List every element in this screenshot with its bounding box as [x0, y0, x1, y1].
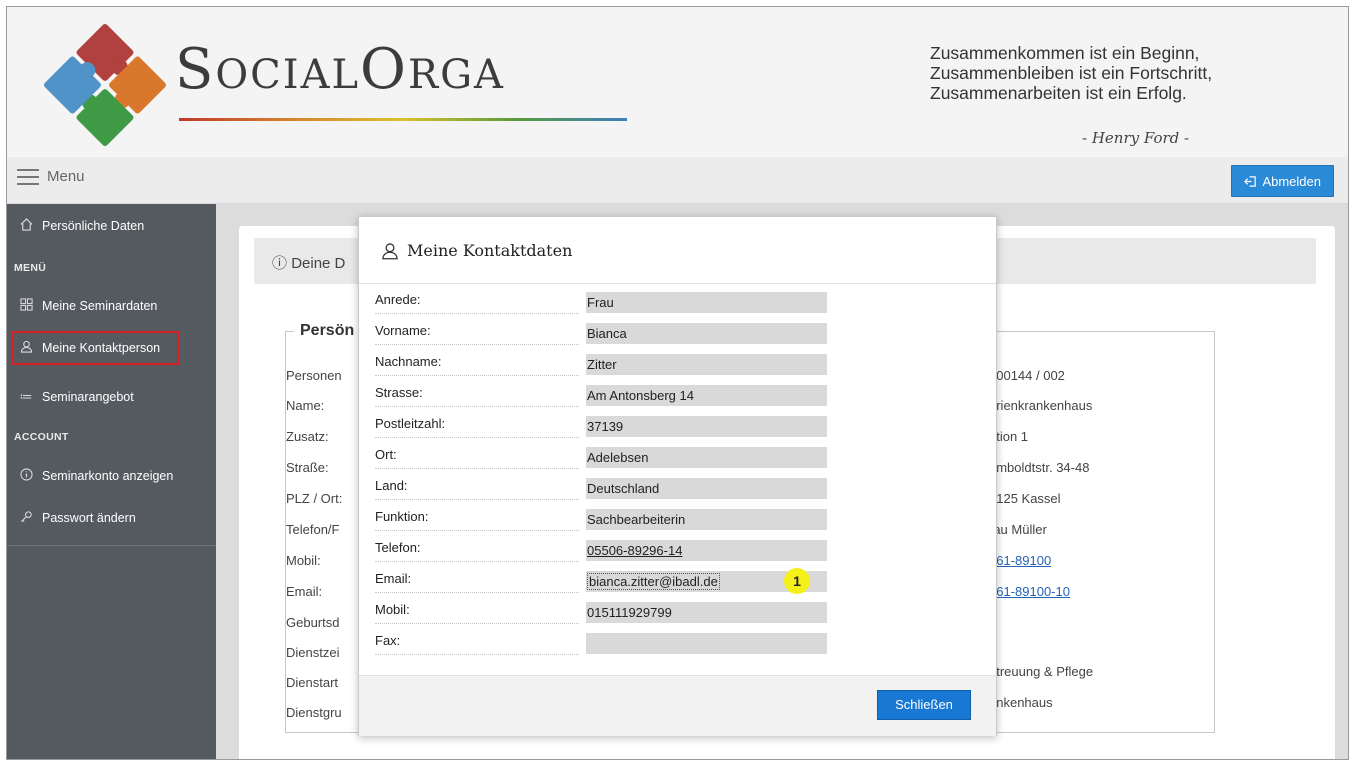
info-icon: ⓘ [272, 255, 288, 272]
field-value-firstname: Bianca [586, 323, 827, 344]
info-text: ⓘ Deine D [272, 252, 345, 273]
header-quote: Zusammenkommen ist ein Beginn, Zusammenb… [930, 43, 1212, 103]
bg-value: ankenhaus [989, 695, 1053, 710]
quote-line: Zusammenbleiben ist ein Fortschritt, [930, 63, 1213, 83]
phone-link[interactable]: 05506-89296-14 [586, 540, 827, 561]
sidebar-item-label: Persönliche Daten [42, 219, 145, 233]
header: SOCIALORGA Zusammenkommen ist ein Beginn… [7, 7, 1348, 158]
field-value-country: Deutschland [586, 478, 827, 499]
field-value-city: Adelebsen [586, 447, 827, 468]
sidebar-item-label: Passwort ändern [42, 511, 136, 525]
sidebar-section-account: ACCOUNT [14, 431, 69, 443]
active-item-highlight [11, 331, 179, 365]
bg-label: Dienstzei [286, 645, 340, 660]
field-label-function: Funktion: [375, 508, 579, 531]
dialog-footer: Schließen [359, 675, 996, 736]
sidebar: Persönliche Daten MENÜ Meine Seminardate… [7, 204, 216, 759]
bg-label: Zusatz: [286, 429, 329, 444]
brand-part-rga: RGA [407, 52, 505, 98]
sidebar-item-seminar-data[interactable]: Meine Seminardaten [7, 290, 216, 322]
bg-phone-link[interactable]: 561-89100 [989, 553, 1051, 568]
bg-label: Dienstart [286, 675, 339, 690]
dialog-separator [359, 283, 996, 284]
quote-line: Zusammenarbeiten ist ein Erfolg. [930, 83, 1187, 103]
field-value-salutation: Frau [586, 292, 827, 313]
field-label-fax: Fax: [375, 632, 579, 655]
field-label-postcode: Postleitzahl: [375, 415, 579, 438]
sidebar-divider [7, 545, 216, 546]
bg-value: rau Müller [989, 522, 1047, 537]
field-value-mobile: 015111929799 [586, 602, 827, 623]
bg-label: Personen [286, 368, 342, 383]
bg-label: Name: [286, 398, 325, 413]
user-icon [382, 242, 398, 259]
bg-value: arienkrankenhaus [989, 398, 1093, 413]
email-link[interactable]: bianca.zitter@ibadl.de [587, 573, 720, 590]
field-value-street: Am Antonsberg 14 [586, 385, 827, 406]
fieldset-legend: Persön [294, 322, 361, 340]
sidebar-item-seminar-account[interactable]: Seminarkonto anzeigen [7, 460, 216, 492]
bg-value: etreuung & Pflege [989, 664, 1094, 679]
bg-value: umboldtstr. 34-48 [989, 460, 1090, 475]
sidebar-item-label: Meine Seminardaten [42, 299, 158, 313]
brand-letter-s: S [175, 37, 216, 102]
bg-value: 300144 / 002 [989, 368, 1065, 383]
bg-label: Dienstgru [286, 705, 342, 720]
bg-label: Mobil: [286, 553, 321, 568]
contact-dialog: Meine Kontaktdaten Anrede: Frau Vorname:… [358, 216, 997, 736]
sidebar-item-seminar-offer[interactable]: ≔ Seminarangebot [7, 381, 216, 413]
field-label-country: Land: [375, 477, 579, 500]
bg-label: Straße: [286, 460, 329, 475]
field-label-phone: Telefon: [375, 539, 579, 562]
bg-label: PLZ / Ort: [286, 491, 343, 506]
field-value-lastname: Zitter [586, 354, 827, 375]
info-icon [18, 468, 34, 484]
field-label-firstname: Vorname: [375, 322, 579, 345]
dialog-title: Meine Kontaktdaten [381, 241, 572, 260]
field-label-mobile: Mobil: [375, 601, 579, 624]
info-label: Deine D [291, 255, 346, 272]
brand-letter-o: O [360, 37, 408, 102]
menu-toggle-button[interactable]: Menu [17, 168, 85, 185]
quote-line: Zusammenkommen ist ein Beginn, [930, 43, 1200, 63]
key-icon [18, 510, 34, 526]
brand-name: SOCIALORGA [175, 37, 505, 102]
dialog-title-text: Meine Kontaktdaten [407, 241, 573, 260]
sidebar-section-menu: MENÜ [14, 262, 47, 274]
field-label-lastname: Nachname: [375, 353, 579, 376]
logout-label: Abmelden [1262, 173, 1321, 189]
bg-label: Email: [286, 584, 323, 599]
bg-fax-link[interactable]: 561-89100-10 [989, 584, 1070, 599]
puzzle-logo-icon [44, 24, 166, 146]
annotation-marker: 1 [784, 568, 810, 594]
logout-button[interactable]: Abmelden [1231, 165, 1334, 197]
hamburger-icon [17, 168, 39, 185]
field-label-salutation: Anrede: [375, 291, 579, 314]
field-value-fax [586, 633, 827, 654]
sidebar-item-label: Seminarkonto anzeigen [42, 469, 174, 483]
home-icon [18, 218, 34, 234]
sidebar-item-personal-data[interactable]: Persönliche Daten [7, 210, 216, 242]
sidebar-item-change-password[interactable]: Passwort ändern [7, 502, 216, 534]
close-button[interactable]: Schließen [877, 690, 971, 720]
topbar: Menu Abmelden [7, 157, 1348, 204]
menu-label: Menu [47, 168, 85, 185]
quote-author: - Henry Ford - [1082, 129, 1190, 147]
brand-underline [179, 118, 627, 121]
sidebar-item-label: Seminarangebot [42, 390, 134, 404]
bg-value: 4125 Kassel [989, 491, 1061, 506]
logout-icon [1244, 175, 1257, 187]
bg-label: Geburtsd [286, 615, 340, 630]
brand-part-ocial: OCIAL [215, 52, 361, 98]
field-label-email: Email: [375, 570, 579, 593]
field-label-street: Strasse: [375, 384, 579, 407]
field-value-postcode: 37139 [586, 416, 827, 437]
bg-label: Telefon/F [286, 522, 340, 537]
field-value-function: Sachbearbeiterin [586, 509, 827, 530]
grid-icon [18, 298, 34, 314]
field-label-city: Ort: [375, 446, 579, 469]
list-icon: ≔ [19, 389, 33, 404]
